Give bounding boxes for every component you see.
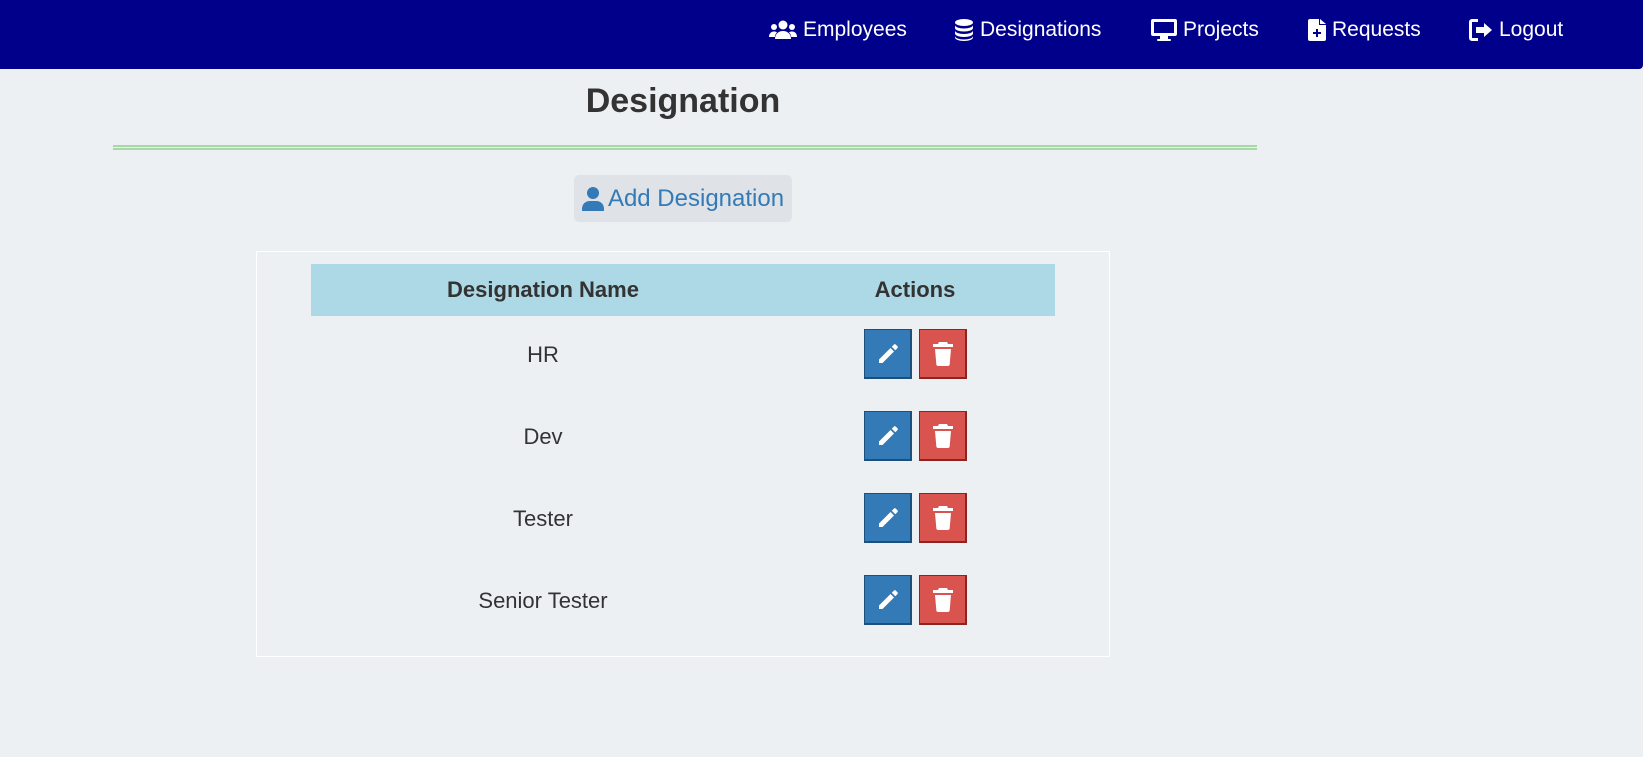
designation-name-cell: HR (527, 342, 559, 367)
table-row: Dev (311, 411, 1055, 493)
table-header: Designation Name Actions (311, 264, 1055, 316)
edit-button[interactable] (864, 329, 912, 379)
table-row: Tester (311, 493, 1055, 575)
trash-icon (932, 423, 953, 448)
trash-icon (932, 505, 953, 530)
pencil-icon (878, 343, 898, 363)
page-title: Designation (585, 82, 781, 120)
table-row: Senior Tester (311, 575, 1055, 657)
nav-designations-link[interactable]: Designations (954, 0, 1101, 60)
nav-requests-label: Requests (1332, 18, 1421, 41)
trash-icon (932, 587, 953, 612)
pencil-icon (878, 589, 898, 609)
nav-logout-link[interactable]: Logout (1469, 0, 1563, 60)
nav-designations-label: Designations (980, 18, 1102, 41)
trash-icon (932, 341, 953, 366)
designation-name-cell: Dev (523, 424, 563, 449)
column-header-actions: Actions (874, 277, 956, 302)
nav-employees-link[interactable]: Employees (769, 0, 907, 60)
designation-name-cell: Tester (513, 506, 573, 531)
column-header-designation-name: Designation Name (447, 277, 639, 302)
nav-projects-link[interactable]: Projects (1151, 0, 1259, 60)
desktop-icon (1151, 19, 1177, 41)
nav-requests-link[interactable]: Requests (1308, 0, 1421, 60)
delete-button[interactable] (919, 329, 967, 379)
delete-button[interactable] (919, 493, 967, 543)
designation-name-cell: Senior Tester (478, 588, 608, 613)
add-designation-label: Add Designation (607, 184, 785, 212)
pencil-icon (878, 507, 898, 527)
table-row: HR (311, 329, 1055, 411)
user-icon (581, 186, 604, 211)
edit-button[interactable] (864, 493, 912, 543)
delete-button[interactable] (919, 575, 967, 625)
title-divider (113, 145, 1257, 150)
nav-logout-label: Logout (1499, 18, 1564, 41)
add-designation-button[interactable]: Add Designation (574, 175, 792, 222)
edit-button[interactable] (864, 411, 912, 461)
nav-projects-label: Projects (1183, 18, 1259, 41)
database-icon (955, 19, 973, 41)
pencil-icon (878, 425, 898, 445)
logout-icon (1469, 19, 1492, 41)
users-icon (769, 20, 797, 39)
delete-button[interactable] (919, 411, 967, 461)
edit-button[interactable] (864, 575, 912, 625)
top-navbar: Employees Designations Projects Requests (0, 0, 1643, 69)
file-plus-icon (1308, 19, 1326, 41)
nav-employees-label: Employees (803, 18, 907, 41)
